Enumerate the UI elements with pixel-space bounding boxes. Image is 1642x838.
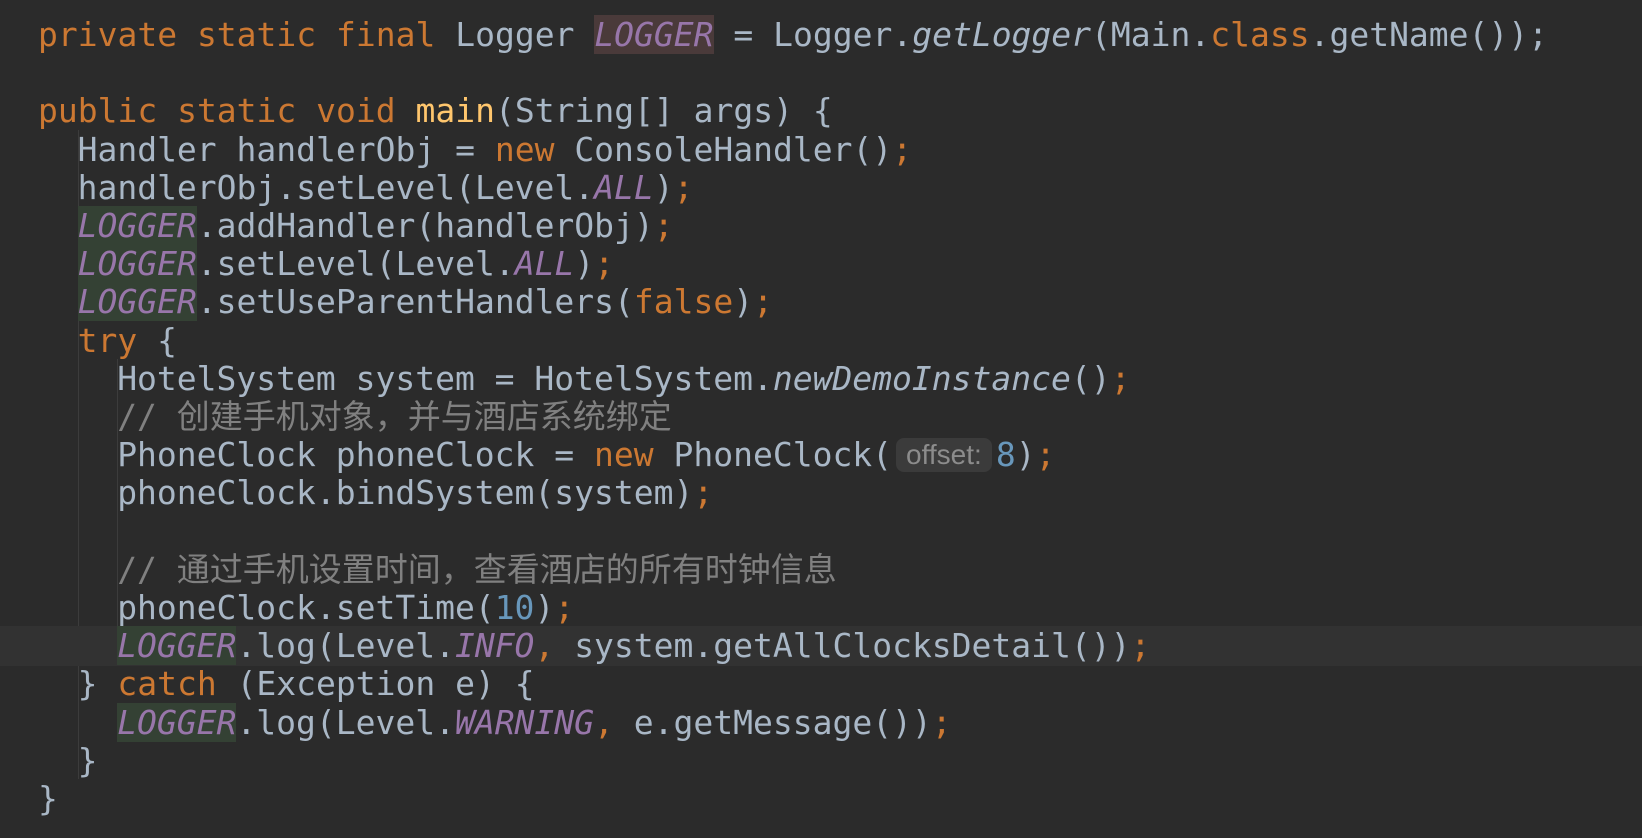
code-token: false [633, 282, 734, 322]
code-token: .setUseParentHandlers( [196, 282, 634, 322]
code-line[interactable] [0, 53, 1642, 93]
code-token: .log(Level. [236, 626, 455, 666]
code-token: .log(Level. [236, 702, 455, 742]
code-line[interactable]: // 创建手机对象，并与酒店系统绑定 [0, 397, 1642, 437]
code-token: .getName()); [1309, 15, 1549, 54]
code-token: (Exception e) { [236, 664, 535, 704]
code-line[interactable]: private static final Logger LOGGER = Log… [0, 15, 1642, 55]
code-line[interactable]: } [0, 779, 1642, 819]
code-token: () [1070, 358, 1111, 398]
code-token: main [415, 91, 495, 131]
code-token: 10 [494, 588, 535, 627]
code-token: , [594, 702, 634, 742]
code-token: new [494, 129, 575, 169]
code-token: new [594, 435, 674, 475]
code-token: ; [653, 206, 674, 245]
code-token: ConsoleHandler() [574, 129, 893, 169]
code-token: ; [673, 167, 694, 207]
code-token: ; [753, 282, 773, 322]
code-token: LOGGER [117, 626, 237, 666]
code-token: ALL [594, 167, 654, 207]
code-line[interactable]: public static void main(String[] args) { [0, 91, 1642, 131]
code-token: system.getAllClocksDetail()) [574, 626, 1131, 666]
code-token: ALL [514, 244, 575, 284]
code-line[interactable]: LOGGER.setUseParentHandlers(false); [0, 282, 1642, 322]
code-line[interactable]: LOGGER.log(Level.WARNING, e.getMessage()… [0, 702, 1642, 743]
code-editor[interactable]: private static final Logger LOGGER = Log… [0, 0, 1642, 838]
code-line[interactable]: // 通过手机设置时间，查看酒店的所有时钟信息 [0, 550, 1642, 590]
code-line[interactable]: phoneClock.setTime(10); [0, 588, 1642, 628]
code-token: PhoneClock phoneClock = [117, 435, 595, 475]
code-token: ; [892, 129, 913, 169]
code-line[interactable]: PhoneClock phoneClock = new PhoneClock(o… [0, 435, 1642, 475]
code-token: ) [653, 167, 674, 207]
code-line[interactable]: } [0, 741, 1642, 781]
code-line[interactable] [0, 512, 1642, 552]
code-token: LOGGER [594, 15, 714, 54]
code-token: (Main. [1091, 15, 1211, 54]
code-token: HotelSystem system = HotelSystem. [117, 358, 773, 398]
code-token: PhoneClock( [673, 435, 893, 475]
code-token: catch [117, 664, 237, 704]
code-token: handlerObj.setLevel(Level. [77, 167, 595, 207]
code-token: try [77, 320, 158, 360]
code-token: ; [554, 588, 575, 627]
code-token: ) [733, 282, 754, 322]
code-token: = Logger. [713, 15, 913, 54]
code-token: getLogger [912, 15, 1092, 54]
code-token: .setLevel(Level. [196, 244, 515, 284]
code-token: ; [1110, 358, 1131, 398]
code-token: INFO [454, 626, 535, 666]
code-line[interactable]: HotelSystem system = HotelSystem.newDemo… [0, 359, 1642, 399]
code-line[interactable]: LOGGER.setLevel(Level.ALL); [0, 244, 1642, 284]
code-line[interactable]: Handler handlerObj = new ConsoleHandler(… [0, 130, 1642, 170]
code-token: } [77, 740, 98, 780]
code-token: , [534, 626, 575, 666]
code-token: (String[] args) { [494, 91, 833, 131]
code-line[interactable]: } catch (Exception e) { [0, 664, 1642, 704]
code-token: private static final [38, 15, 456, 54]
code-token: .addHandler(handlerObj) [196, 206, 654, 245]
code-token: { [157, 320, 177, 360]
code-comment: // 通过手机设置时间，查看酒店的所有时钟信息 [117, 549, 837, 589]
code-token: LOGGER [77, 282, 197, 322]
parameter-hint: offset: [896, 438, 992, 473]
code-line[interactable]: handlerObj.setLevel(Level.ALL); [0, 168, 1642, 208]
code-token: ; [931, 702, 952, 742]
code-token: public static void [38, 91, 416, 131]
code-token: ; [594, 244, 615, 284]
code-line[interactable]: LOGGER.addHandler(handlerObj); [0, 206, 1642, 246]
code-comment: // 创建手机对象，并与酒店系统绑定 [117, 397, 672, 436]
code-token: ; [1035, 435, 1056, 475]
code-token: ) [534, 588, 555, 627]
code-token: LOGGER [77, 244, 197, 284]
code-token: Logger [455, 15, 595, 54]
code-token: phoneClock.setTime( [117, 588, 495, 627]
code-line[interactable]: phoneClock.bindSystem(system); [0, 473, 1642, 513]
code-line[interactable]: try { [0, 321, 1642, 361]
code-token: } [38, 779, 58, 818]
code-token: newDemoInstance [772, 358, 1071, 398]
code-token: ) [1015, 435, 1036, 475]
code-token: WARNING [454, 702, 595, 742]
code-token: class [1210, 15, 1310, 54]
code-token: Handler handlerObj = [77, 129, 495, 169]
code-line[interactable]: LOGGER.log(Level.INFO, system.getAllCloc… [0, 626, 1642, 667]
code-token: ) [574, 244, 595, 284]
code-token: LOGGER [117, 702, 237, 742]
code-token: } [77, 664, 118, 704]
code-token: phoneClock.bindSystem(system) [117, 473, 694, 513]
code-token: e.getMessage()) [633, 702, 932, 742]
code-token: 8 [995, 435, 1016, 475]
code-token: ; [1130, 626, 1151, 666]
code-token: LOGGER [77, 206, 197, 245]
code-token: ; [693, 473, 714, 513]
